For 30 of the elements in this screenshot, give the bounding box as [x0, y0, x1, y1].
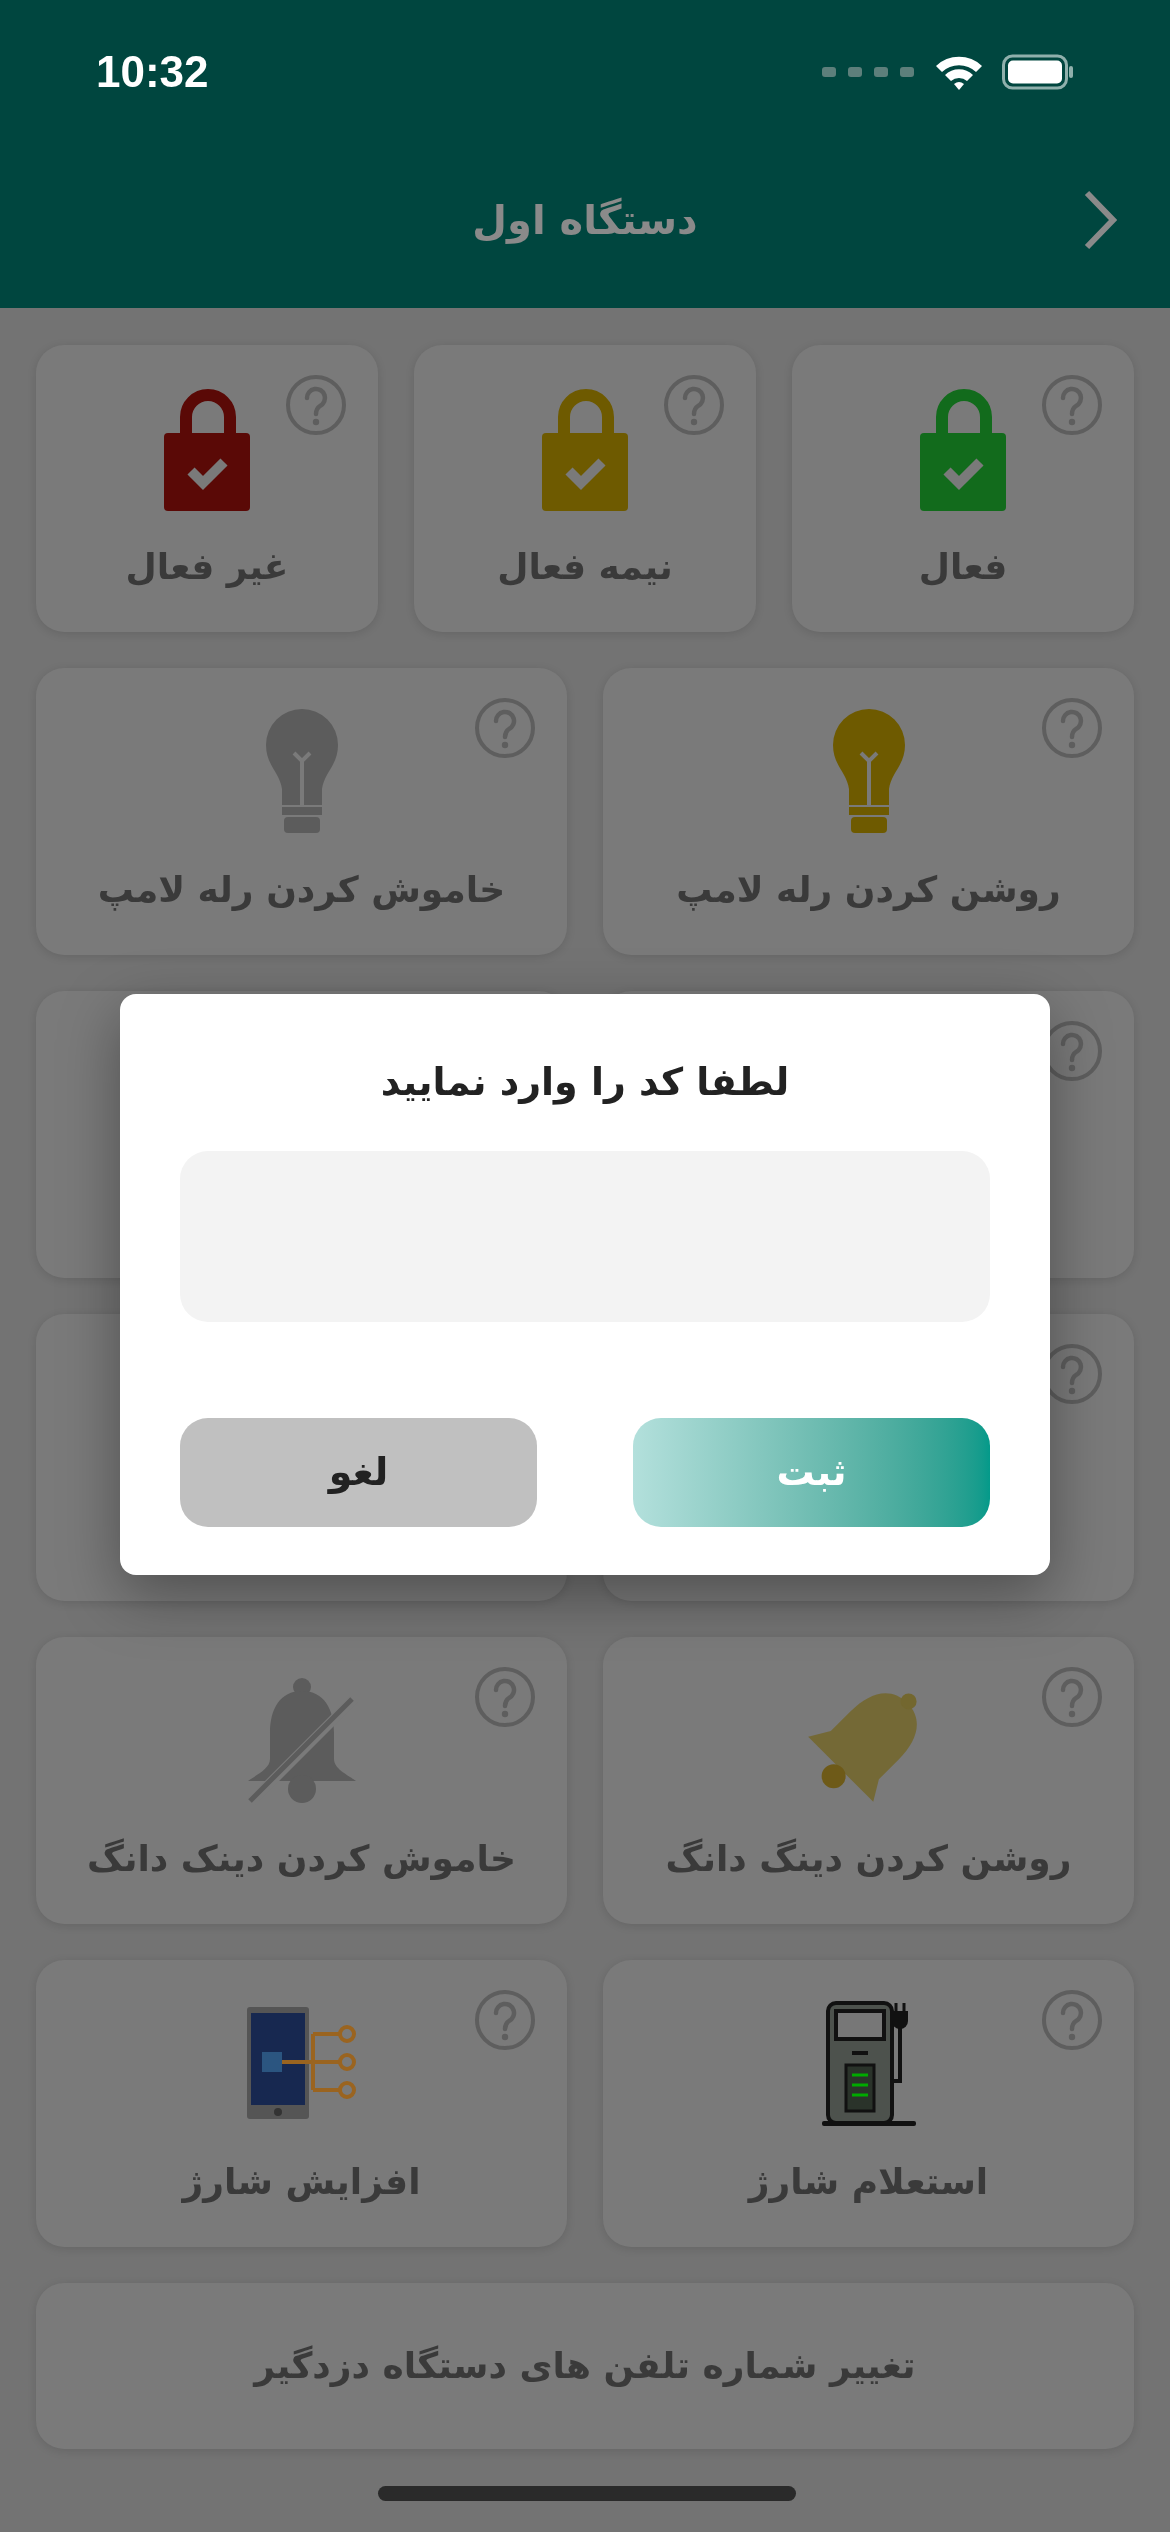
action-card[interactable]: روشن کردن رله لامپ — [603, 668, 1134, 955]
charging-station-icon — [821, 2000, 916, 2127]
action-card[interactable]: روشن کردن دینگ دانگ — [603, 1637, 1134, 1924]
action-card[interactable]: تغییر شماره تلفن های دستگاه دزدگیر — [36, 2283, 1134, 2449]
card-label: خاموش کردن دینک دانگ — [87, 1837, 516, 1882]
card-label: افزایش شارژ — [182, 2160, 421, 2205]
action-card[interactable]: نیمه فعال — [414, 345, 756, 632]
header-title: دستگاه اول — [472, 196, 698, 246]
action-card[interactable]: غیر فعال — [36, 345, 378, 632]
status-time: 10:32 — [96, 46, 209, 98]
dialog-title: لطفا کد را وارد نمایید — [380, 1059, 790, 1107]
action-card[interactable]: استعلام شارژ — [603, 1960, 1134, 2247]
card-label: روشن کردن رله لامپ — [676, 868, 1061, 913]
phone-network-icon — [246, 2006, 357, 2121]
card-label: خاموش کردن رله لامپ — [97, 868, 506, 913]
card-label: نیمه فعال — [497, 545, 673, 589]
action-card[interactable]: خاموش کردن دینک دانگ — [36, 1637, 567, 1924]
card-label: فعال — [918, 545, 1008, 589]
card-label: غیر فعال — [125, 545, 289, 590]
action-card[interactable]: فعال — [792, 345, 1134, 632]
action-card[interactable]: خاموش کردن رله لامپ — [36, 668, 567, 955]
cancel-button[interactable]: لغو — [180, 1418, 537, 1527]
chevron-right-icon — [1083, 189, 1117, 251]
card-label: استعلام شارژ — [748, 2160, 989, 2205]
card-label: تغییر شماره تلفن های دستگاه دزدگیر — [254, 2344, 916, 2389]
card-label: روشن کردن دینگ دانگ — [665, 1837, 1072, 1882]
submit-button[interactable]: ثبت — [633, 1418, 990, 1527]
signal-icon — [822, 65, 916, 79]
action-card[interactable]: افزایش شارژ — [36, 1960, 567, 2247]
battery-icon — [1002, 54, 1074, 90]
